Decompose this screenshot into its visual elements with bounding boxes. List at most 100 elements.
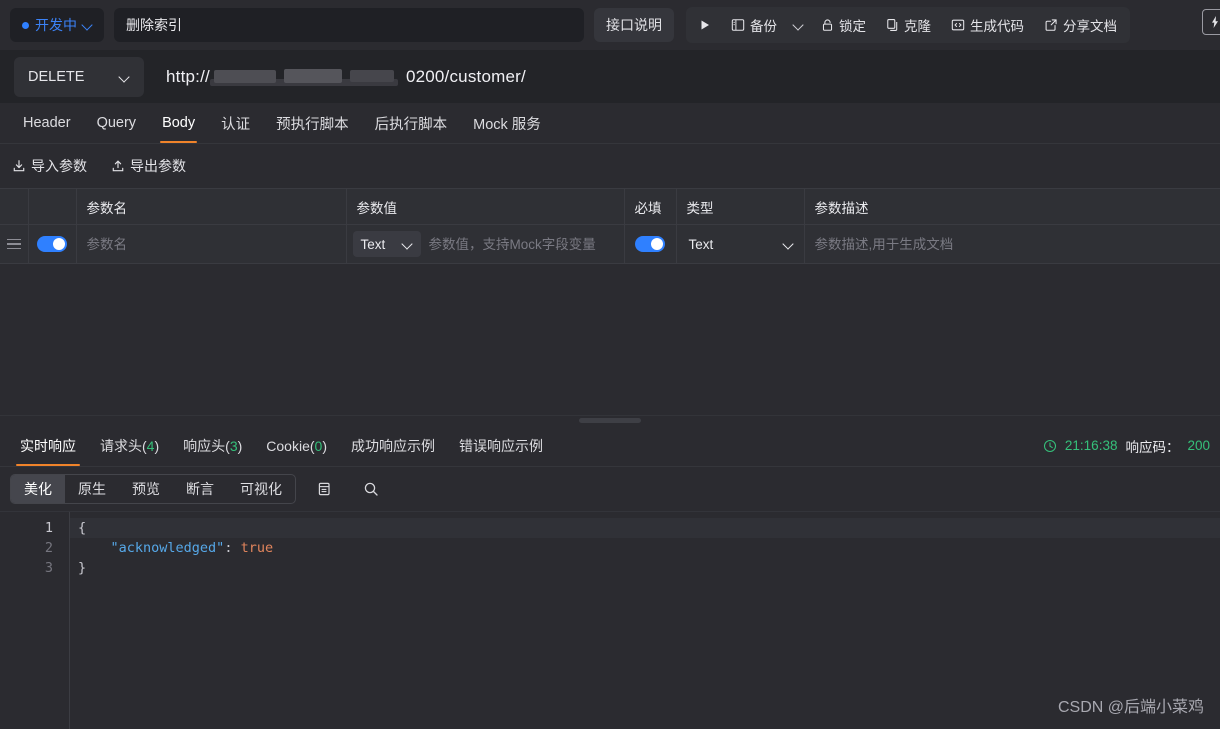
lock-button[interactable]: 锁定 <box>812 10 875 40</box>
api-description-button[interactable]: 接口说明 <box>594 8 674 42</box>
generate-code-button[interactable]: 生成代码 <box>942 10 1033 40</box>
backup-icon <box>731 18 745 32</box>
share-doc-button[interactable]: 分享文档 <box>1035 10 1126 40</box>
chevron-down-icon <box>403 239 413 249</box>
lock-icon <box>821 18 834 32</box>
col-required: 必填 <box>624 188 677 225</box>
row-enabled-toggle[interactable] <box>37 236 67 252</box>
search-response-button[interactable] <box>354 474 388 504</box>
editor-line-number: 1 <box>44 520 53 536</box>
panel-splitter[interactable] <box>0 415 1220 425</box>
row-required-cell <box>624 224 677 264</box>
col-param-value: 参数值 <box>346 188 625 225</box>
quick-action-button[interactable] <box>1202 9 1220 35</box>
url-redacted-host <box>209 67 406 87</box>
col-param-name: 参数名 <box>76 188 347 225</box>
row-type-cell: Text <box>676 224 805 264</box>
clone-button[interactable]: 克隆 <box>877 10 940 40</box>
api-debug-window: 开发中 接口说明 <box>0 0 1220 729</box>
viewer-mode-beautify[interactable]: 美化 <box>11 475 65 503</box>
viewer-mode-assert[interactable]: 断言 <box>173 475 227 503</box>
tab-realtime-response[interactable]: 实时响应 <box>8 425 88 466</box>
url-bar: DELETE http:// 0200/customer/ <box>0 50 1220 103</box>
row-enabled-cell <box>28 224 77 264</box>
request-url[interactable]: http:// 0200/customer/ <box>166 67 526 87</box>
row-drag-handle[interactable] <box>0 224 29 264</box>
editor-line: "acknowledged": true <box>70 538 1220 558</box>
tab-header[interactable]: Header <box>10 103 84 143</box>
send-request-button[interactable] <box>690 10 720 40</box>
url-prefix: http:// <box>166 66 210 86</box>
editor-line-number: 3 <box>44 560 53 576</box>
viewer-mode-raw-label: 原生 <box>78 481 106 497</box>
param-description-input[interactable] <box>804 225 1220 263</box>
drag-handle-icon <box>0 225 28 263</box>
export-params-button[interactable]: 导出参数 <box>111 156 186 176</box>
param-name-input[interactable] <box>76 225 346 263</box>
top-toolbar: 开发中 接口说明 <box>0 0 1220 50</box>
flash-icon <box>1209 15 1220 29</box>
param-value-type-select[interactable]: Text <box>352 231 421 257</box>
backup-button[interactable]: 备份 <box>722 10 786 40</box>
tab-post-script-label: 后执行脚本 <box>374 116 448 133</box>
http-method-select[interactable]: DELETE <box>14 56 144 97</box>
col-description: 参数描述 <box>804 188 1220 225</box>
editor-line: { <box>70 518 1220 538</box>
param-value-input[interactable] <box>428 225 618 263</box>
copy-response-button[interactable] <box>308 474 342 504</box>
lock-label: 锁定 <box>839 19 866 34</box>
code-token-punc: } <box>78 560 87 576</box>
response-code-editor[interactable]: 123 { "acknowledged": true} CSDN @后端小菜鸡 <box>0 511 1220 729</box>
api-status-selector[interactable]: 开发中 <box>10 8 104 42</box>
table-row: Text Text <box>0 224 1220 264</box>
chevron-down-icon <box>120 72 130 82</box>
code-token-punc: : <box>224 540 241 556</box>
tab-query-label: Query <box>96 115 137 131</box>
tab-request-headers-count: 4 <box>146 437 155 454</box>
row-required-toggle[interactable] <box>635 236 665 252</box>
code-token-punc <box>78 540 111 556</box>
request-body-empty-area <box>0 264 1220 415</box>
tab-response-headers[interactable]: 响应头(3) <box>171 425 254 466</box>
tab-post-script[interactable]: 后执行脚本 <box>362 103 461 143</box>
viewer-mode-preview[interactable]: 预览 <box>119 475 173 503</box>
tab-success-example[interactable]: 成功响应示例 <box>339 425 447 466</box>
tab-pre-script[interactable]: 预执行脚本 <box>263 103 362 143</box>
api-title-input[interactable] <box>114 8 584 42</box>
params-table-container: 参数名 参数值 必填 类型 参数描述 参数名 Text 参数值，支持Mock字段… <box>0 188 1220 264</box>
tab-error-example[interactable]: 错误响应示例 <box>447 425 555 466</box>
col-enabled <box>28 188 77 225</box>
col-type: 类型 <box>676 188 805 225</box>
download-arrow-icon <box>12 159 26 173</box>
tab-mock-service-label: Mock 服务 <box>473 116 541 133</box>
col-handle <box>0 188 29 225</box>
chevron-down-icon <box>83 20 93 30</box>
tab-request-headers[interactable]: 请求头(4) <box>88 425 171 466</box>
export-params-label: 导出参数 <box>130 158 186 174</box>
param-type-select[interactable]: Text <box>687 231 794 257</box>
tab-auth[interactable]: 认证 <box>208 103 263 143</box>
tab-body[interactable]: Body <box>149 103 208 143</box>
viewer-mode-group: 美化 原生 预览 断言 可视化 <box>10 474 296 504</box>
editor-line-numbers: 1 2 3 <box>0 512 70 729</box>
viewer-mode-visualize[interactable]: 可视化 <box>227 475 295 503</box>
tab-pre-script-label: 预执行脚本 <box>276 116 349 133</box>
tab-response-headers-label: 响应头 <box>183 437 226 454</box>
viewer-mode-raw[interactable]: 原生 <box>65 475 119 503</box>
status-dot-icon <box>22 21 29 29</box>
response-tab-bar: 实时响应 请求头(4) 响应头(3) Cookie(0) 成功响应示例 错误响应… <box>0 425 1220 467</box>
editor-code-area[interactable]: { "acknowledged": true} <box>70 512 1220 729</box>
editor-line-number: 2 <box>44 540 53 556</box>
row-description-cell <box>804 224 1220 264</box>
tab-mock-service[interactable]: Mock 服务 <box>460 103 554 143</box>
backup-dropdown-button[interactable] <box>788 10 810 40</box>
status-label: 开发中 <box>35 17 77 33</box>
response-meta: 21:16:38 响应码： 200 <box>1043 436 1212 456</box>
import-params-button[interactable]: 导入参数 <box>12 156 87 176</box>
copy-icon <box>317 481 333 497</box>
upload-arrow-icon <box>111 159 125 173</box>
tab-cookie[interactable]: Cookie(0) <box>254 425 339 466</box>
tab-query[interactable]: Query <box>84 103 150 143</box>
tab-realtime-response-label: 实时响应 <box>20 437 76 454</box>
share-icon <box>1044 18 1058 32</box>
